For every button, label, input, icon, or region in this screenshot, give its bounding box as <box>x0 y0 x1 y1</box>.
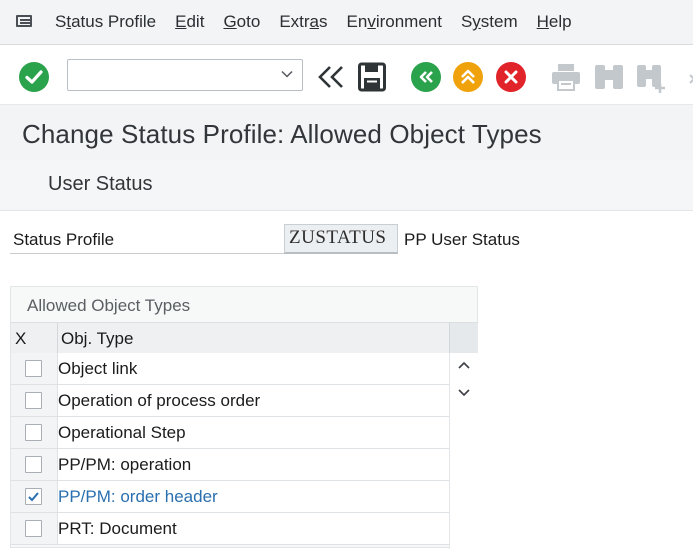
chevron-down-icon[interactable] <box>280 67 294 81</box>
menu-goto[interactable]: Goto <box>223 12 260 32</box>
column-header-obj-type[interactable]: Obj. Type <box>61 329 133 349</box>
row-obj-type: PRT: Document <box>58 519 177 538</box>
column-header-x[interactable]: X <box>15 329 26 349</box>
table-header: X Obj. Type <box>11 322 449 354</box>
check-icon[interactable] <box>19 62 49 92</box>
row-select-cell <box>11 353 58 384</box>
table-row[interactable]: PP/PM: order header <box>11 481 449 513</box>
row-checkbox[interactable] <box>25 488 42 505</box>
row-checkbox[interactable] <box>25 520 42 537</box>
status-profile-field: ZUSTATUS <box>284 224 398 254</box>
menu-help[interactable]: Help <box>537 12 572 32</box>
more-icon <box>689 74 693 84</box>
row-select-cell <box>11 481 58 512</box>
cancel-icon[interactable] <box>496 62 526 92</box>
table-caption: Allowed Object Types <box>27 296 191 315</box>
command-field[interactable] <box>67 59 303 91</box>
row-obj-type: Operational Step <box>58 423 186 442</box>
menu-environment[interactable]: Environment <box>347 12 442 32</box>
status-profile-description: PP User Status <box>404 230 520 249</box>
table-body: Object link Operation of process order Ope… <box>11 353 449 545</box>
menu-status-profile[interactable]: Status Profile <box>55 12 156 32</box>
column-separator <box>57 323 58 353</box>
menu-bar: Status Profile Edit Goto Extras Environm… <box>0 0 693 45</box>
title-area: Change Status Profile: Allowed Object Ty… <box>0 104 693 161</box>
status-profile-label: Status Profile <box>13 230 115 249</box>
row-select-cell <box>11 385 58 416</box>
row-obj-type: PP/PM: order header <box>58 487 218 506</box>
row-checkbox[interactable] <box>25 424 42 441</box>
tab-strip: User Status <box>0 160 693 211</box>
scrollbar-header <box>449 322 478 354</box>
menu-icon[interactable] <box>16 14 36 30</box>
row-select-cell <box>11 513 58 544</box>
table-row[interactable]: PRT: Document <box>11 513 449 545</box>
find-next-icon <box>637 65 665 93</box>
table-row[interactable]: Operation of process order <box>11 385 449 417</box>
page-title: Change Status Profile: Allowed Object Ty… <box>22 119 542 149</box>
vertical-scrollbar[interactable] <box>449 353 478 549</box>
row-checkbox[interactable] <box>25 456 42 473</box>
menu-edit[interactable]: Edit <box>175 12 204 32</box>
save-icon[interactable] <box>358 62 386 92</box>
find-icon <box>595 65 623 89</box>
checkmark-icon <box>28 492 39 502</box>
row-checkbox[interactable] <box>25 360 42 377</box>
row-checkbox[interactable] <box>25 392 42 409</box>
row-select-cell <box>11 417 58 448</box>
row-obj-type: PP/PM: operation <box>58 455 192 474</box>
scroll-down-icon[interactable] <box>457 387 471 399</box>
menu-extras[interactable]: Extras <box>279 12 327 32</box>
allowed-object-types-table: Allowed Object Types X Obj. Type Object … <box>10 286 478 549</box>
back-icon[interactable] <box>411 62 441 92</box>
print-icon <box>552 64 580 91</box>
scroll-up-icon[interactable] <box>457 359 471 371</box>
row-obj-type: Operation of process order <box>58 391 261 410</box>
toolbar <box>0 45 693 103</box>
table-row[interactable]: Object link <box>11 353 449 385</box>
table-row[interactable]: PP/PM: operation <box>11 449 449 481</box>
tab-user-status[interactable]: User Status <box>48 173 152 196</box>
double-back-icon[interactable] <box>316 64 346 90</box>
row-obj-type: Object link <box>58 359 138 378</box>
field-underline <box>10 253 284 254</box>
menu-system[interactable]: System <box>461 12 518 32</box>
command-input[interactable] <box>74 64 278 88</box>
table-row[interactable]: Operational Step <box>11 417 449 449</box>
row-select-cell <box>11 449 58 480</box>
exit-icon[interactable] <box>453 62 483 92</box>
